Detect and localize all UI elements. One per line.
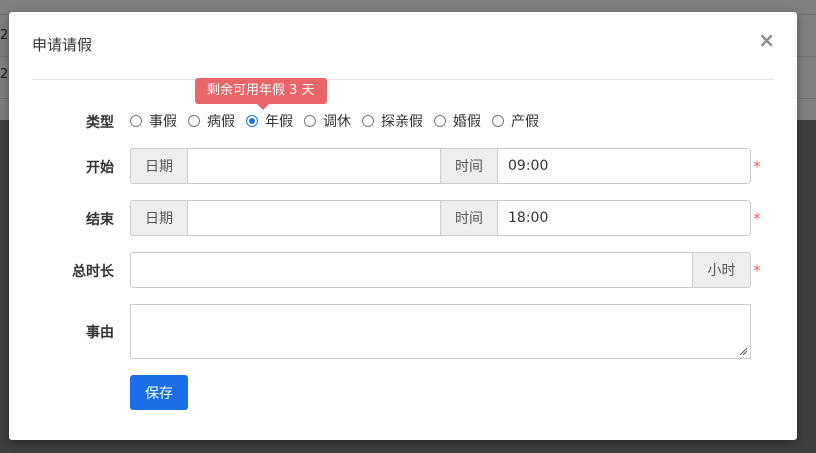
hours-unit-addon: 小时 (693, 252, 751, 288)
start-date-addon: 日期 (130, 148, 188, 184)
annual-leave-balance-tooltip: 剩余可用年假 3 天 (195, 78, 327, 110)
required-mark: * (753, 209, 761, 228)
reason-textarea[interactable] (130, 304, 751, 359)
radio-option[interactable]: 调休 (304, 111, 351, 131)
required-mark: * (753, 261, 761, 280)
end-label: 结束 (86, 212, 114, 228)
radio-option[interactable]: 年假 (246, 111, 293, 131)
start-date-input[interactable] (188, 148, 441, 184)
radio-button-icon[interactable] (492, 115, 504, 127)
end-date-addon: 日期 (130, 200, 188, 236)
radio-label: 调休 (323, 114, 351, 130)
radio-label: 探亲假 (381, 114, 423, 130)
start-label: 开始 (86, 160, 114, 176)
radio-option[interactable]: 事假 (130, 111, 177, 131)
radio-label: 病假 (207, 114, 235, 130)
radio-label: 产假 (511, 114, 539, 130)
radio-option[interactable]: 病假 (188, 111, 235, 131)
radio-option[interactable]: 产假 (492, 111, 539, 131)
radio-button-icon[interactable] (434, 115, 446, 127)
radio-button-checked-icon[interactable] (246, 115, 258, 127)
type-label: 类型 (86, 115, 114, 131)
start-time-input[interactable]: 09:00 (498, 148, 751, 184)
end-time-addon: 时间 (441, 200, 498, 236)
total-duration-input[interactable] (130, 252, 693, 288)
dialog-title: 申请请假 (32, 36, 93, 54)
resize-handle-icon[interactable] (739, 347, 747, 355)
header-divider (32, 79, 774, 80)
radio-option[interactable]: 探亲假 (362, 111, 423, 131)
end-date-input[interactable] (188, 200, 441, 236)
total-duration-label: 总时长 (72, 264, 114, 280)
radio-button-icon[interactable] (362, 115, 374, 127)
reason-label: 事由 (86, 325, 114, 341)
radio-label: 事假 (149, 114, 177, 130)
radio-label: 年假 (265, 114, 293, 130)
total-duration-input-group: 小时 (130, 252, 751, 288)
save-button[interactable]: 保存 (130, 375, 188, 410)
start-time-addon: 时间 (441, 148, 498, 184)
radio-button-icon[interactable] (130, 115, 142, 127)
radio-option[interactable]: 婚假 (434, 111, 481, 131)
leave-request-dialog: 申请请假 × 剩余可用年假 3 天 类型 事假 病假 年假 调休 探亲假 婚假 … (9, 12, 797, 440)
end-input-group: 日期 时间 18:00 (130, 200, 751, 236)
start-input-group: 日期 时间 09:00 (130, 148, 751, 184)
required-mark: * (753, 157, 761, 176)
end-time-input[interactable]: 18:00 (498, 200, 751, 236)
close-icon[interactable]: × (758, 30, 775, 50)
leave-type-radio-group: 事假 病假 年假 调休 探亲假 婚假 产假 (130, 111, 550, 131)
radio-button-icon[interactable] (188, 115, 200, 127)
radio-label: 婚假 (453, 114, 481, 130)
radio-button-icon[interactable] (304, 115, 316, 127)
